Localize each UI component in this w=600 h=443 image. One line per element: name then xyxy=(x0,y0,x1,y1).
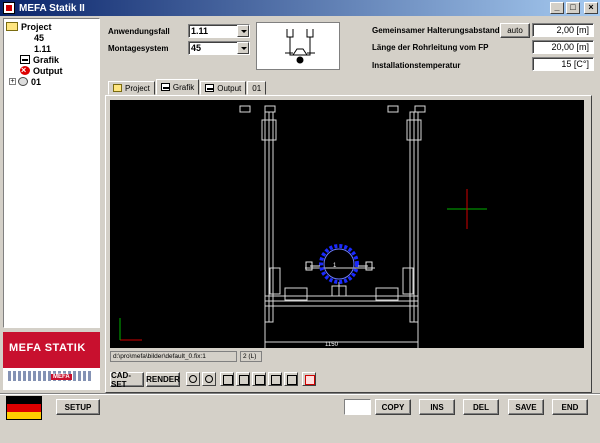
bottom-separator xyxy=(0,393,600,395)
selection-field[interactable] xyxy=(344,399,371,415)
logo-text: MEFA STATIK xyxy=(9,342,86,354)
bracket-preview xyxy=(256,22,340,70)
pipe xyxy=(319,244,359,284)
end-button[interactable]: END xyxy=(552,399,588,415)
del-button[interactable]: DEL xyxy=(463,399,499,415)
tab-label: Output xyxy=(217,83,242,93)
maximize-button[interactable]: □ xyxy=(566,2,580,14)
tree-item-label: 45 xyxy=(34,32,45,43)
right-lower-bracket xyxy=(402,267,414,295)
language-flag-icon[interactable] xyxy=(6,396,42,420)
cad-drawing: 1 1150 xyxy=(119,105,487,348)
tab-label: Grafik xyxy=(172,82,195,92)
copy-button[interactable]: COPY xyxy=(375,399,411,415)
cad-set-button[interactable]: CAD-SET xyxy=(110,371,144,389)
tab-output[interactable]: Output xyxy=(200,81,247,95)
left-top-plate-2 xyxy=(264,105,276,113)
dimension-label: 1150 xyxy=(325,342,339,348)
bracket-preview-icon xyxy=(285,29,315,64)
output-icon xyxy=(20,66,30,75)
disc-icon xyxy=(18,77,28,86)
folder-icon xyxy=(6,22,18,31)
laenge-input[interactable]: 20,00 [m] xyxy=(532,40,594,54)
chevron-down-icon[interactable] xyxy=(237,25,249,37)
anwendungsfall-label: Anwendungsfall xyxy=(108,27,170,36)
tab-label: Project xyxy=(125,83,150,93)
grafik-icon xyxy=(160,83,170,91)
mefa-logo: MEFA STATIK MEFA xyxy=(3,332,100,390)
flag-stripe-red xyxy=(7,404,41,412)
grafik-icon xyxy=(20,55,30,64)
montagesystem-label: Montagesystem xyxy=(108,44,169,53)
ins-button[interactable]: INS xyxy=(419,399,455,415)
setup-button[interactable]: SETUP xyxy=(56,399,100,415)
right-top-plate-2 xyxy=(414,105,426,113)
anwendungsfall-value: 1.11 xyxy=(191,26,209,36)
zoom-in-icon[interactable] xyxy=(186,372,200,386)
tree-item-45[interactable]: 45 xyxy=(6,32,99,43)
abstand-input[interactable]: 2,00 [m] xyxy=(532,23,594,37)
montagesystem-select[interactable]: 45 xyxy=(188,41,250,55)
render-button[interactable]: RENDER xyxy=(146,372,180,387)
tree-item-01[interactable]: + 01 xyxy=(6,76,99,87)
montagesystem-value: 45 xyxy=(191,43,202,53)
auto-button[interactable]: auto xyxy=(500,23,530,38)
tree-item-grafik[interactable]: Grafik xyxy=(6,54,99,65)
view-3d-icon[interactable] xyxy=(284,372,298,386)
laenge-label: Länge der Rohrleitung vom FP xyxy=(372,43,489,52)
app-icon xyxy=(3,2,15,14)
view-front-icon[interactable] xyxy=(236,372,250,386)
expand-icon[interactable]: + xyxy=(9,78,16,85)
cad-canvas[interactable]: 1 1150 xyxy=(110,100,584,348)
tab-label: 01 xyxy=(252,83,262,93)
right-top-plate xyxy=(387,105,399,113)
save-button[interactable]: SAVE xyxy=(508,399,544,415)
zoom-out-icon[interactable] xyxy=(202,372,216,386)
flag-stripe-black xyxy=(7,397,41,405)
left-lower-bracket xyxy=(269,267,281,295)
tab-grafik[interactable]: Grafik xyxy=(155,79,200,95)
temperatur-label: Installationstemperatur xyxy=(372,61,461,70)
tree-item-label: Grafik xyxy=(33,54,60,65)
temperatur-input[interactable]: 15 [C°] xyxy=(532,57,594,71)
scale-status: 2 (L) xyxy=(240,351,262,362)
flag-stripe-gold xyxy=(7,411,41,419)
logo-badge: MEFA xyxy=(51,374,72,380)
main-tabs: Project Grafik Output 01 xyxy=(108,79,267,95)
tree-item-project[interactable]: Project xyxy=(6,21,99,32)
left-top-plate xyxy=(239,105,251,113)
tree-item-output[interactable]: Output xyxy=(6,65,99,76)
tree-item-label: Output xyxy=(33,65,63,76)
view-side-icon[interactable] xyxy=(252,372,266,386)
tab-project[interactable]: Project xyxy=(108,81,155,95)
project-tree[interactable]: Project 45 1.11 Grafik Output + 01 xyxy=(3,18,100,328)
window-title: MEFA Statik II xyxy=(19,2,85,14)
tree-item-label: 1.11 xyxy=(34,43,52,54)
tree-item-label: 01 xyxy=(31,76,42,87)
anwendungsfall-select[interactable]: 1.11 xyxy=(188,24,250,38)
export-icon[interactable] xyxy=(302,372,316,386)
abstand-label: Gemeinsamer Halterungsabstand xyxy=(372,26,500,35)
tree-item-1-11[interactable]: 1.11 xyxy=(6,43,99,54)
title-bar: MEFA Statik II _ □ × xyxy=(0,0,600,16)
tree-item-label: Project xyxy=(21,21,52,32)
file-path-status: d:\pro\mefa\bilder\default_0.fix:1 xyxy=(110,351,237,362)
minimize-button[interactable]: _ xyxy=(550,2,564,14)
folder-icon xyxy=(113,84,122,92)
view-window-icon[interactable] xyxy=(220,372,234,386)
view-top-icon[interactable] xyxy=(268,372,282,386)
close-button[interactable]: × xyxy=(584,2,598,14)
tab-01[interactable]: 01 xyxy=(247,81,267,95)
chevron-down-icon[interactable] xyxy=(237,42,249,54)
output-page-icon xyxy=(205,84,215,92)
